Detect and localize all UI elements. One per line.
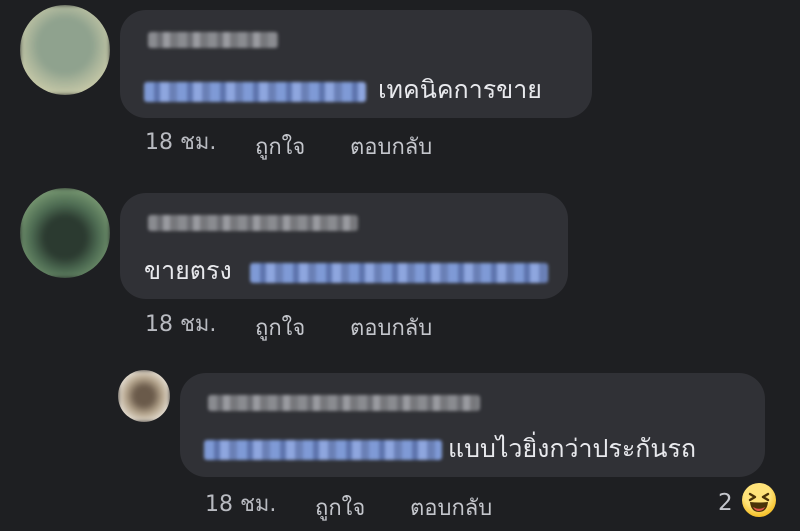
like-button[interactable]: ถูกใจ — [255, 316, 305, 342]
avatar[interactable] — [118, 370, 170, 422]
mention-blurred[interactable] — [144, 82, 366, 102]
avatar[interactable] — [20, 5, 110, 95]
mention-blurred[interactable] — [204, 440, 442, 460]
reply-button[interactable]: ตอบกลับ — [410, 496, 492, 522]
comment-text: ขายตรง — [144, 256, 232, 285]
commenter-name-blurred[interactable] — [148, 32, 278, 48]
like-button[interactable]: ถูกใจ — [255, 135, 305, 161]
reaction-count[interactable]: 2 — [718, 490, 733, 516]
commenter-name-blurred[interactable] — [148, 215, 358, 231]
avatar[interactable] — [20, 188, 110, 278]
commenter-name-blurred[interactable] — [208, 395, 480, 411]
laughing-emoji-icon[interactable] — [742, 483, 776, 517]
comment-time[interactable]: 18 ชม. — [145, 312, 216, 338]
comment-bubble: ขายตรง — [120, 193, 568, 299]
comment-time[interactable]: 18 ชม. — [205, 492, 276, 518]
like-button[interactable]: ถูกใจ — [315, 496, 365, 522]
reply-button[interactable]: ตอบกลับ — [350, 316, 432, 342]
comment-time[interactable]: 18 ชม. — [145, 130, 216, 155]
comment-text: เทคนิคการขาย — [378, 75, 542, 104]
reply-button[interactable]: ตอบกลับ — [350, 135, 432, 161]
mention-blurred[interactable] — [250, 263, 548, 283]
comment-meta: 18 ชม. — [145, 130, 216, 156]
comment-text: แบบไวยิ่งกว่าประกันรถ — [448, 434, 697, 463]
comment-bubble: เทคนิคการขาย — [120, 10, 592, 118]
comment-bubble: แบบไวยิ่งกว่าประกันรถ — [180, 373, 765, 477]
